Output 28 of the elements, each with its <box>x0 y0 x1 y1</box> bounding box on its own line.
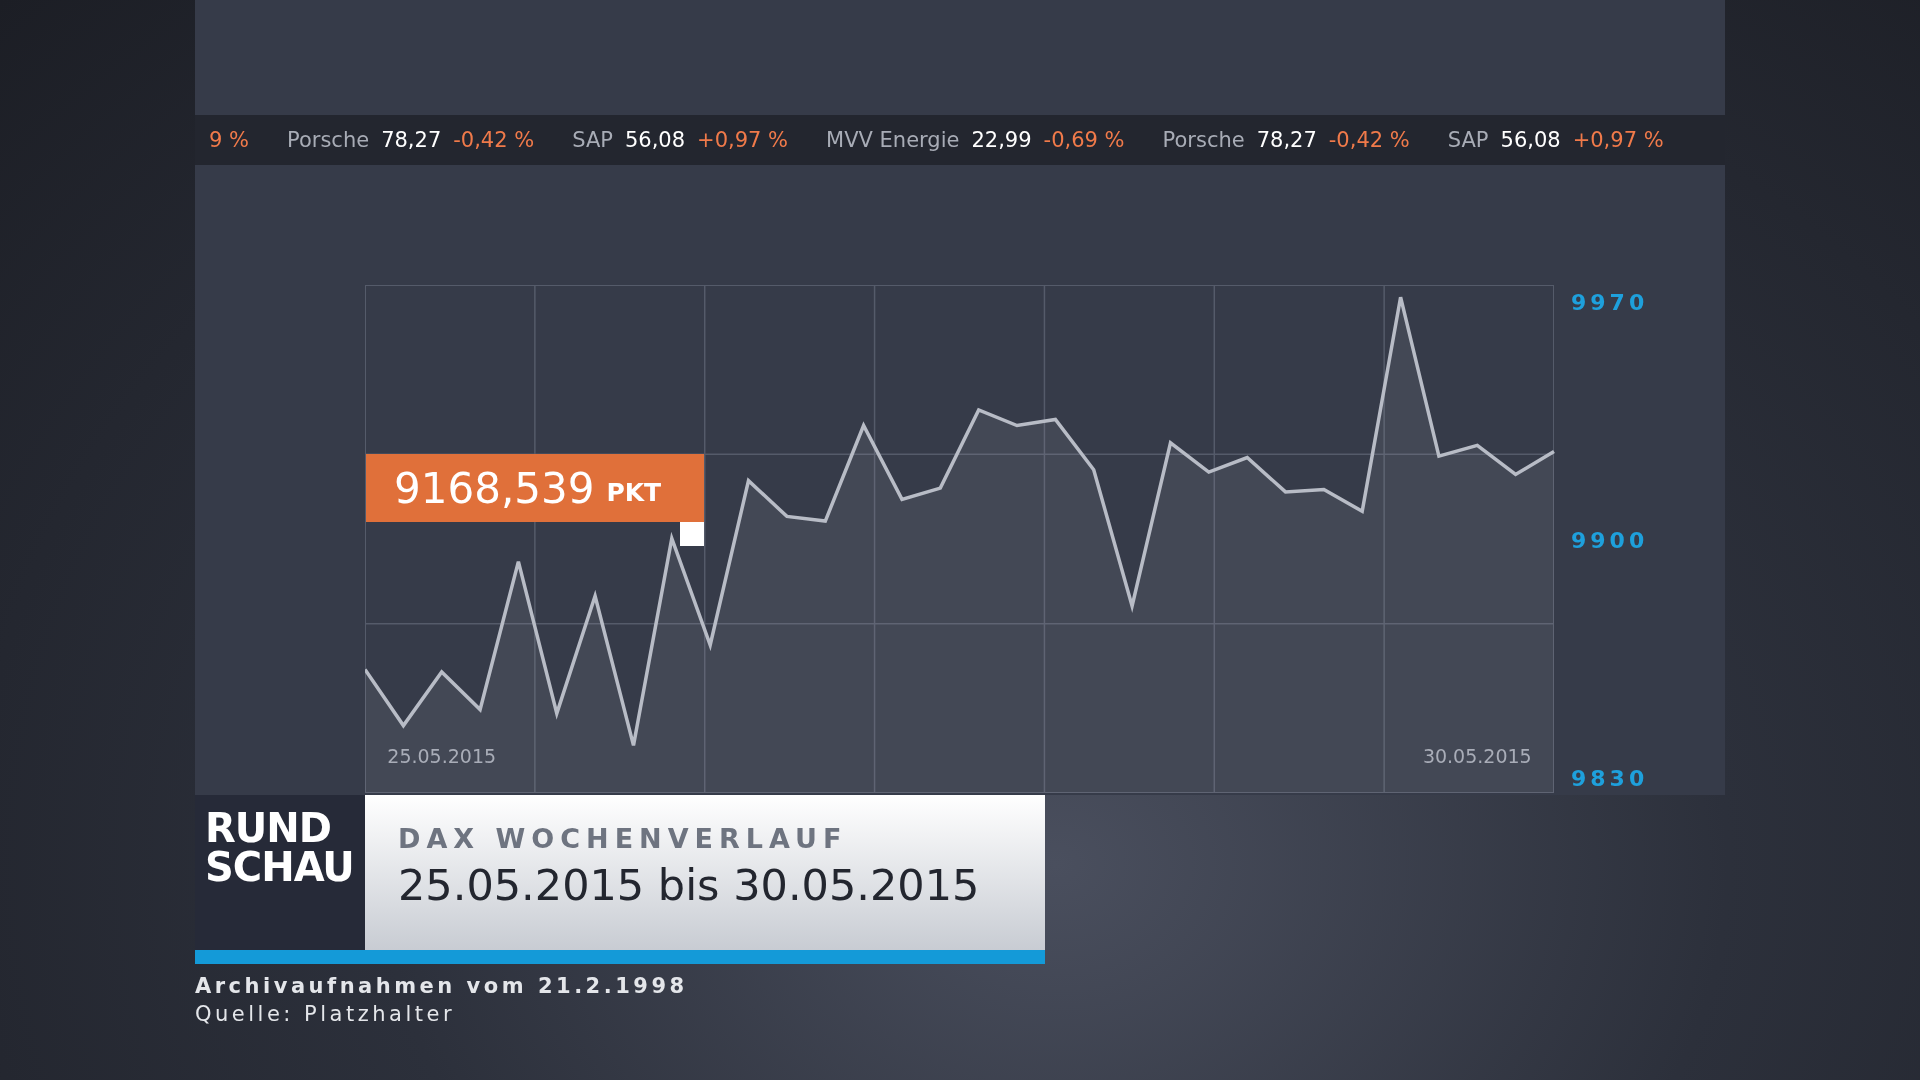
date-label: 30.05.2015 <box>1422 745 1532 767</box>
stock-change: -0,69 % <box>1043 128 1125 152</box>
callout-value: 9168,539 <box>394 463 595 513</box>
stock-change: +0,97 % <box>1572 128 1664 152</box>
axis-label: 9970 <box>1571 290 1649 315</box>
axis-label: 9830 <box>1571 766 1649 792</box>
stock-value: 56,08 <box>1500 128 1561 152</box>
caption: Archivaufnahmen vom 21.2.1998 <box>195 973 689 1000</box>
stock-value: 78,27 <box>381 128 442 152</box>
stock-value: 78,27 <box>1256 128 1317 152</box>
stock-name: SAP <box>572 128 613 152</box>
title-headline: 25.05.2015 bis 30.05.2015 <box>398 860 981 910</box>
caption: Quelle: Platzhalter <box>195 1001 457 1028</box>
callout-unit: PKT <box>606 476 662 507</box>
stock-name: Porsche <box>1162 128 1245 152</box>
stock-change: 9 % <box>209 128 249 152</box>
stock-name: SAP <box>1447 128 1489 152</box>
stock-name: MVV Energie <box>826 128 960 152</box>
stock-value: 22,99 <box>971 128 1032 152</box>
stock-value: 56,08 <box>624 128 686 152</box>
stock-name: Porsche <box>287 128 370 152</box>
title-kicker: DAX WOCHENVERLAUF <box>398 823 849 854</box>
stock-change: +0,97 % <box>697 128 789 152</box>
stock-change: -0,42 % <box>1328 128 1410 152</box>
point-marker-icon <box>680 522 704 546</box>
axis-label: 9900 <box>1571 528 1649 554</box>
date-label: 25.05.2015 <box>387 745 497 767</box>
stock-change: -0,42 % <box>453 128 535 152</box>
